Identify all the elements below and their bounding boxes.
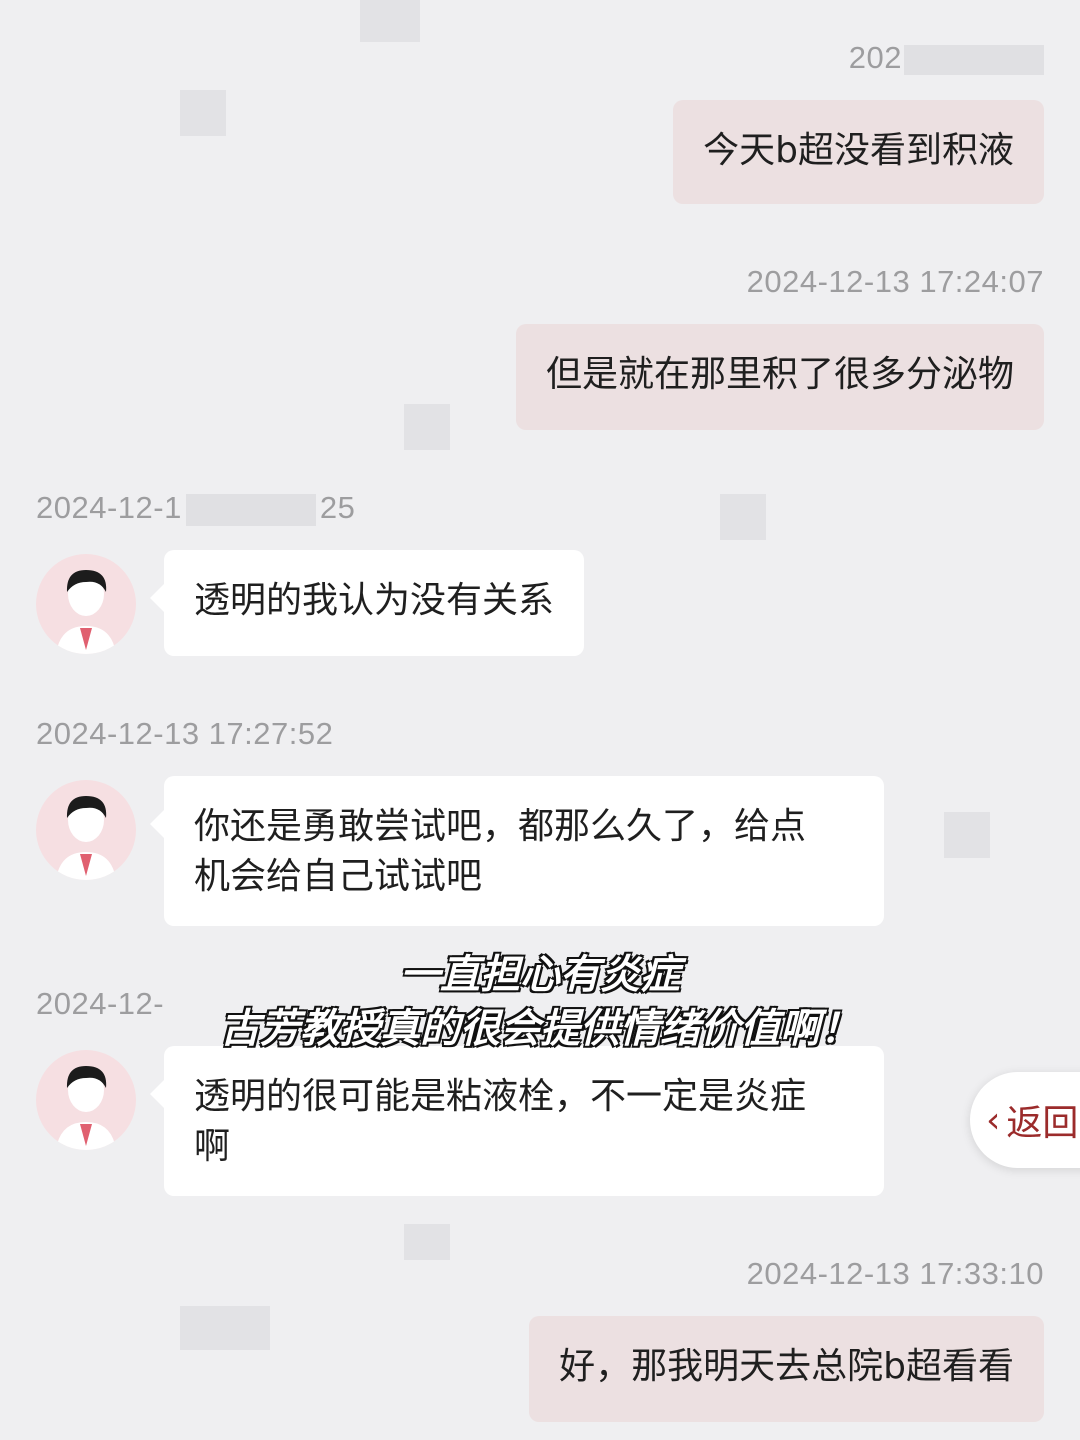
chevron-left-icon: ‹ <box>986 1099 1001 1141</box>
message-bubble-received[interactable]: 你还是勇敢尝试吧，都那么久了，给点 机会给自己试试吧 <box>150 776 884 926</box>
message-timestamp: 2024-12-1 25 <box>36 490 356 526</box>
message-text: 但是就在那里积了很多分泌物 <box>545 354 1014 395</box>
message-bubble-sent[interactable]: 好，那我明天去总院b超看看 <box>529 1316 1044 1422</box>
overlay-caption-line-2: 古芳教授真的很会提供情绪价值啊！ <box>219 1005 861 1053</box>
privacy-mosaic <box>360 0 420 42</box>
message-timestamp: 2024-12-13 17:33:10 <box>746 1256 1044 1291</box>
message-bubble-received[interactable]: 透明的我认为没有关系 <box>149 550 585 656</box>
doctor-avatar-icon[interactable] <box>36 1050 136 1150</box>
back-button-label: 返回 <box>1006 1103 1079 1144</box>
privacy-mosaic <box>404 1224 450 1260</box>
message-text-line: 透明的很可能是粘液栓，不一定是炎症 <box>194 1076 807 1117</box>
doctor-avatar-icon[interactable] <box>36 554 136 654</box>
privacy-mosaic <box>404 404 450 450</box>
overlay-caption-line-1: 一直担心有炎症 <box>399 951 681 999</box>
privacy-mosaic <box>944 812 990 858</box>
message-bubble-sent[interactable]: 但是就在那里积了很多分泌物 <box>515 324 1044 430</box>
redacted-block <box>904 44 1044 75</box>
privacy-mosaic <box>180 1306 270 1350</box>
message-bubble-sent[interactable]: 今天b超没看到积液 <box>673 100 1044 204</box>
doctor-avatar-icon[interactable] <box>36 780 136 880</box>
message-text: 透明的我认为没有关系 <box>194 580 555 621</box>
privacy-mosaic <box>180 90 226 136</box>
redacted-block <box>185 493 316 526</box>
message-timestamp: 202 <box>849 40 1044 76</box>
message-text-line: 你还是勇敢尝试吧，都那么久了，给点 <box>194 806 807 847</box>
message-text-line: 机会给自己试试吧 <box>194 856 483 897</box>
message-timestamp: 2024-12-13 17:24:07 <box>746 264 1044 299</box>
message-text-line: 啊 <box>194 1126 231 1167</box>
privacy-mosaic <box>720 494 766 540</box>
message-bubble-received[interactable]: 透明的很可能是粘液栓，不一定是炎症 啊 <box>150 1046 884 1196</box>
back-button[interactable]: ‹ 返回 <box>970 1072 1080 1168</box>
message-text: 今天b超没看到积液 <box>703 130 1014 171</box>
message-timestamp: 2024-12-13 17:27:52 <box>36 716 334 751</box>
message-text: 好，那我明天去总院b超看看 <box>559 1346 1014 1387</box>
